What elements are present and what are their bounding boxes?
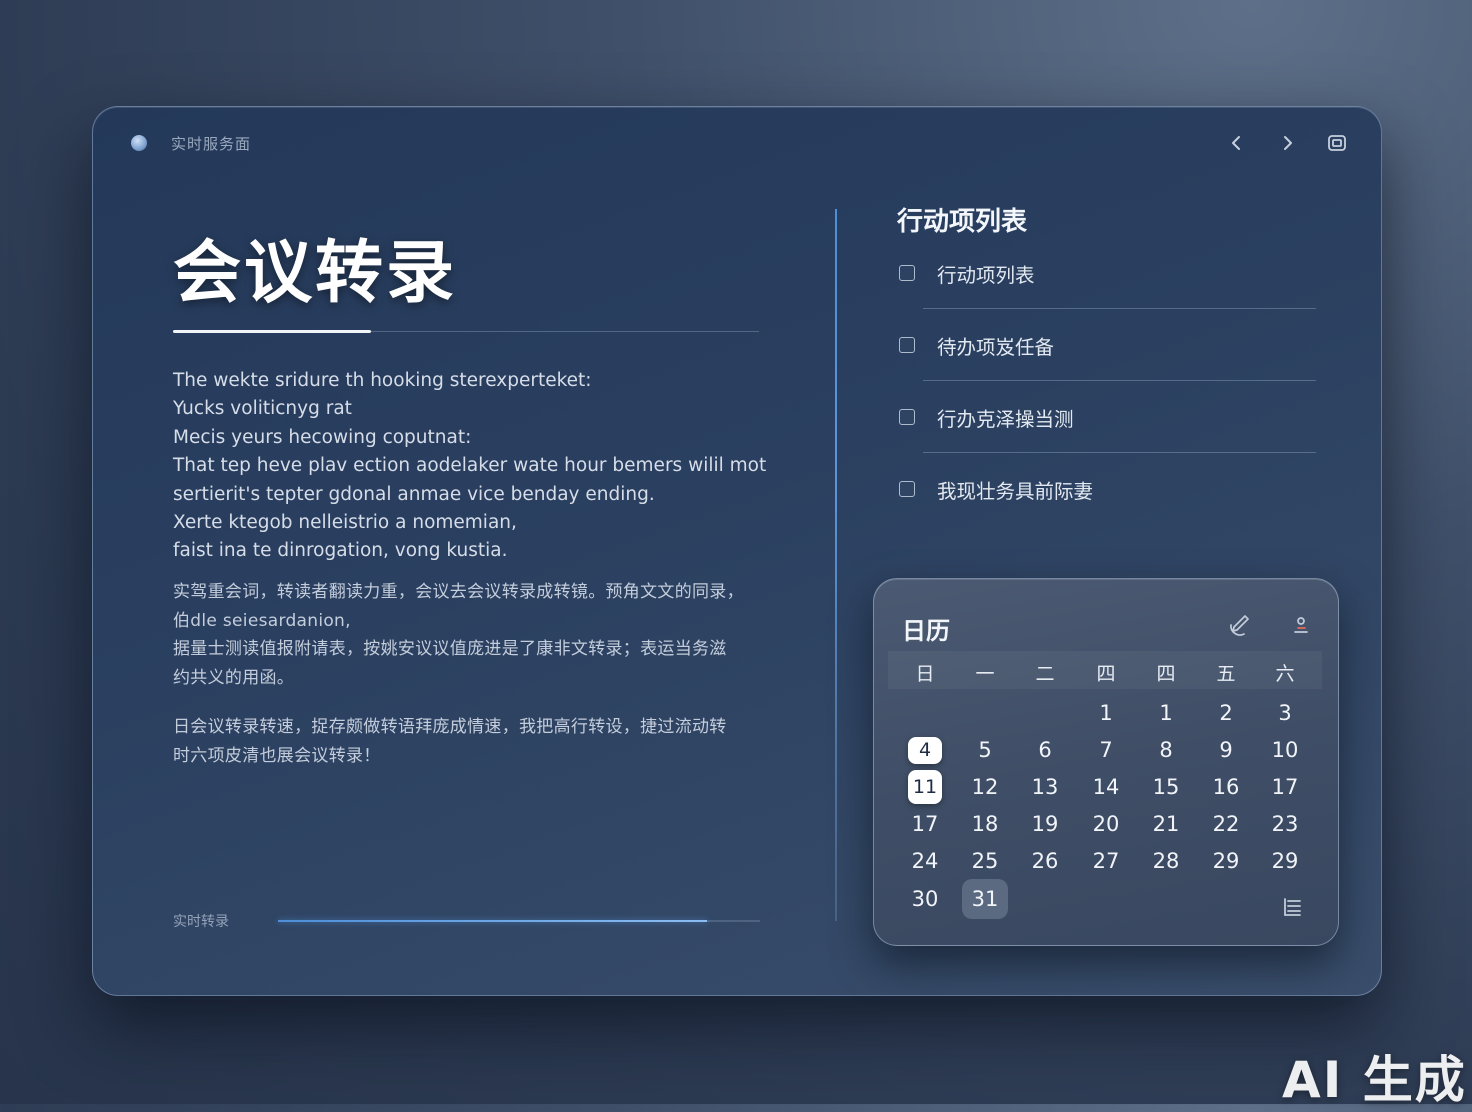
calendar-day[interactable]: 2: [1207, 696, 1245, 730]
transcript-line: That tep heve plav ection aodelaker wate…: [173, 455, 767, 477]
calendar-day[interactable]: 8: [1147, 733, 1185, 767]
progress-fill: [278, 920, 707, 922]
calendar-title: 日历: [902, 617, 950, 645]
calendar-day[interactable]: 23: [1266, 807, 1304, 841]
action-item-label: 行办克泽操当测: [937, 408, 1074, 431]
action-item[interactable]: 我现壮务具前际妻: [899, 471, 1319, 511]
calendar-day[interactable]: 6: [1026, 733, 1064, 767]
window-status-dot: [131, 135, 147, 151]
page-title: 会议转录: [173, 234, 458, 313]
calendar-widget: 日历 日一二四四五六 1 1 2 3 4 5 6 7 8 9 10 11 12 13 14 15 16 17 17 18…: [873, 578, 1339, 946]
next-button[interactable]: [1271, 127, 1303, 159]
action-item[interactable]: 待办项岌任备: [899, 327, 1319, 367]
app-window: 实时服务面 会议转录 The wekte sridure th hooking …: [92, 106, 1382, 996]
calendar-day[interactable]: 24: [906, 844, 944, 878]
transcript-line: 日会议转录转速，捉存颇做转语拜庞成情速，我把高行转设，捷过流动转: [173, 717, 727, 737]
transcript-line: 伯dle seiesardanion,: [173, 610, 351, 631]
calendar-edit-button[interactable]: [1226, 611, 1254, 639]
weekday-label: 六: [1275, 663, 1295, 685]
action-checkbox[interactable]: [899, 409, 915, 425]
weekday-label: 五: [1216, 663, 1236, 685]
calendar-day[interactable]: 22: [1207, 807, 1245, 841]
action-list-title: 行动项列表: [897, 207, 1028, 237]
weekday-label: 二: [1035, 663, 1055, 685]
weekday-label: 一: [975, 663, 995, 685]
calendar-day[interactable]: 13: [1026, 770, 1064, 804]
calendar-day[interactable]: 28: [1147, 844, 1185, 878]
calendar-day[interactable]: 31: [962, 879, 1008, 919]
transcript-line: 约共义的用函。: [173, 667, 295, 688]
transcript-line: Xerte ktegob nelleistrio a nomemian,: [173, 512, 517, 534]
window-icon: [1328, 135, 1346, 151]
window-mode-button[interactable]: [1321, 127, 1353, 159]
transcript-line: faist ina te dinrogation, vong kustia.: [173, 540, 508, 562]
transcript-line: 实驾重会词，转读者翻读力重，会议去会议转录成转镜。预角文文的同录，: [173, 582, 744, 602]
list-divider: [923, 452, 1316, 453]
calendar-user-button[interactable]: [1287, 611, 1315, 639]
transcript-line: 时六项皮清也展会议转录！: [173, 745, 381, 766]
transcript-paragraph-1: 实驾重会词，转读者翻读力重，会议去会议转录成转镜。预角文文的同录， 伯dle s…: [173, 578, 773, 692]
list-divider: [923, 380, 1316, 381]
calendar-day[interactable]: 25: [966, 844, 1004, 878]
calendar-day[interactable]: 3: [1266, 696, 1304, 730]
transcript-line: The wekte sridure th hooking sterexperte…: [173, 370, 592, 391]
footer-label: 实时转录: [173, 914, 229, 930]
action-checkbox[interactable]: [899, 265, 915, 281]
action-item[interactable]: 行动项列表: [899, 255, 1319, 295]
user-icon: [1294, 617, 1308, 633]
weekday-label: 四: [1156, 663, 1176, 685]
action-item-label: 行动项列表: [937, 264, 1035, 287]
weekday-label: 四: [1096, 663, 1116, 685]
calendar-day[interactable]: 18: [966, 807, 1004, 841]
calendar-day[interactable]: 1: [1087, 696, 1125, 730]
chevron-right-icon: [1284, 136, 1292, 150]
ai-generated-watermark: AI 生成: [1282, 1051, 1467, 1109]
calendar-day[interactable]: 26: [1026, 844, 1064, 878]
calendar-day[interactable]: 15: [1147, 770, 1185, 804]
calendar-day[interactable]: 7: [1087, 733, 1125, 767]
action-checkbox[interactable]: [899, 481, 915, 497]
action-item-label: 我现壮务具前际妻: [937, 480, 1094, 503]
transcription-progress-bar: [278, 920, 760, 922]
calendar-day[interactable]: 4: [908, 736, 942, 764]
calendar-day[interactable]: 19: [1026, 807, 1064, 841]
action-item[interactable]: 行办克泽操当测: [899, 399, 1319, 439]
transcript-english: The wekte sridure th hooking sterexperte…: [173, 367, 773, 566]
transcript-line: Mecis yeurs hecowing coputnat:: [173, 426, 472, 448]
calendar-day[interactable]: 10: [1266, 733, 1304, 767]
action-checkbox[interactable]: [899, 337, 915, 353]
calendar-day[interactable]: 21: [1147, 807, 1185, 841]
calendar-day[interactable]: 5: [966, 733, 1004, 767]
window-title: 实时服务面: [171, 135, 252, 153]
transcript-paragraph-2: 日会议转录转速，捉存颇做转语拜庞成情速，我把高行转设，捷过流动转 时六项皮清也展…: [173, 713, 773, 770]
weekday-label: 日: [915, 663, 935, 685]
calendar-day[interactable]: 16: [1207, 770, 1245, 804]
calendar-list-button[interactable]: [1278, 893, 1306, 921]
calendar-day[interactable]: 1: [1147, 696, 1185, 730]
previous-button[interactable]: [1221, 127, 1253, 159]
chevron-left-icon: [1232, 136, 1240, 150]
list-divider: [923, 308, 1316, 309]
calendar-day[interactable]: 14: [1087, 770, 1125, 804]
calendar-day[interactable]: 30: [906, 882, 944, 916]
calendar-day[interactable]: 17: [1266, 770, 1304, 804]
calendar-day[interactable]: 17: [906, 807, 944, 841]
list-icon: [1284, 898, 1301, 916]
transcript-line: 据量士测读值报附请表，按姚安议议值庞进是了康非文转录；表运当务滋: [173, 639, 727, 660]
action-item-label: 待办项岌任备: [937, 336, 1055, 359]
calendar-day[interactable]: 29: [1207, 844, 1245, 878]
calendar-day[interactable]: 29: [1266, 844, 1304, 878]
calendar-day[interactable]: 9: [1207, 733, 1245, 767]
transcript-line: sertierit's tepter gdonal anmae vice ben…: [173, 483, 655, 505]
transcript-line: Yucks voliticnyg rat: [173, 398, 352, 420]
calendar-day[interactable]: 12: [966, 770, 1004, 804]
pencil-icon: [1230, 615, 1249, 636]
column-divider: [835, 209, 837, 921]
calendar-day[interactable]: 27: [1087, 844, 1125, 878]
calendar-day[interactable]: 20: [1087, 807, 1125, 841]
calendar-day[interactable]: 11: [908, 770, 942, 804]
title-accent-bar: [173, 330, 371, 333]
